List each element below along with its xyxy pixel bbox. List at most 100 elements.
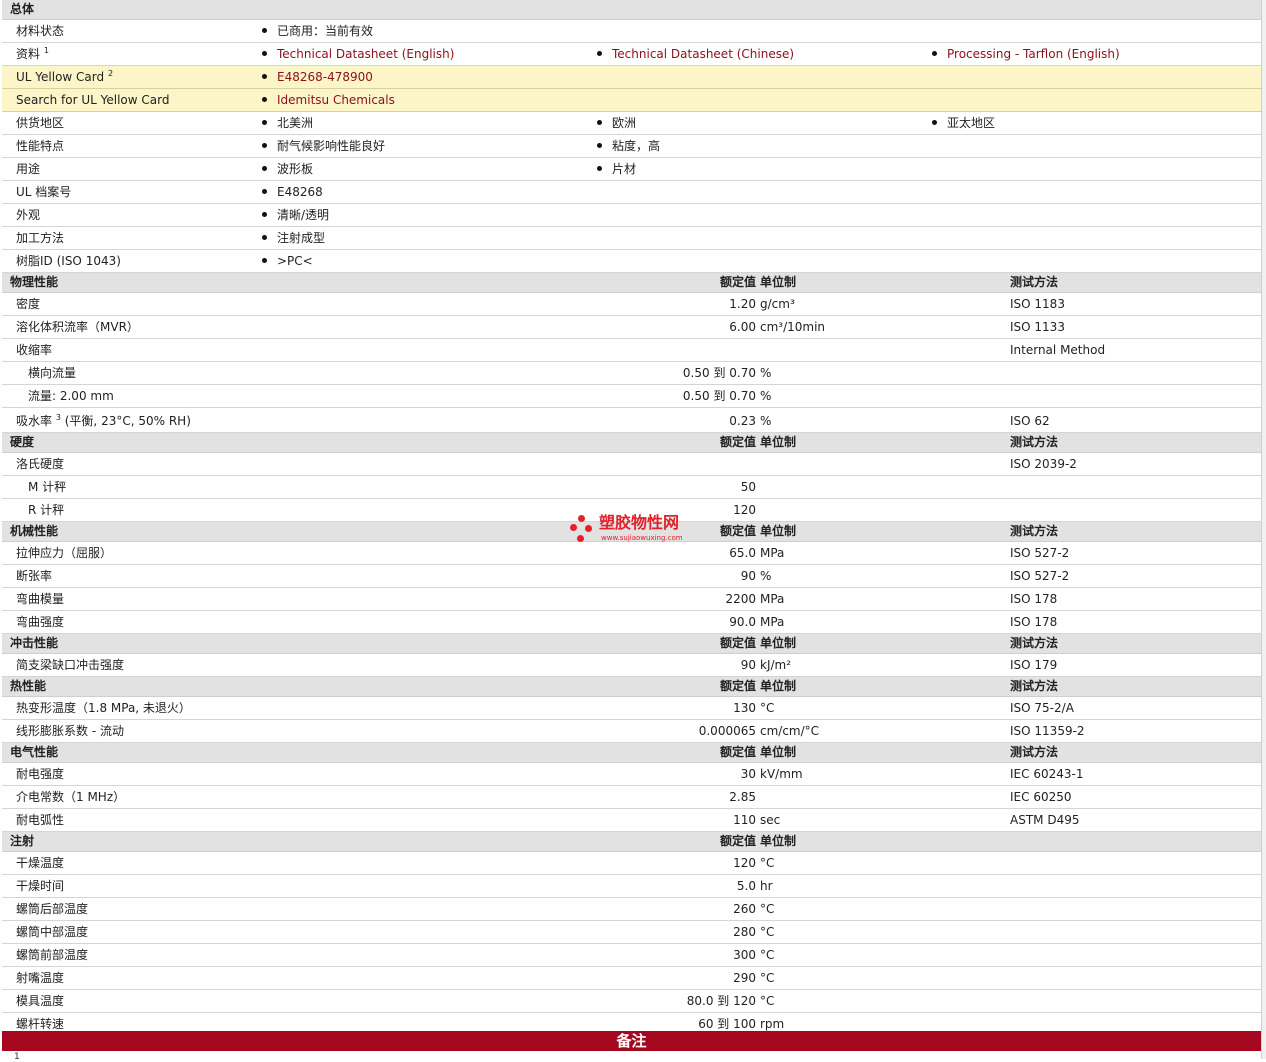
link-item[interactable]: Technical Datasheet (Chinese): [597, 43, 794, 65]
row-label: 用途: [16, 158, 40, 180]
property-unit: %: [760, 414, 772, 428]
row-label-text: 资料: [16, 47, 41, 61]
property-label-text: 干燥时间: [16, 879, 65, 893]
row-label-text: 树脂ID (ISO 1043): [16, 254, 121, 268]
item-text: 注射成型: [277, 231, 326, 245]
general-row: 资料 1 Technical Datasheet (English) Technic…: [2, 43, 1261, 66]
link-text[interactable]: Technical Datasheet (English): [277, 47, 454, 61]
link-text[interactable]: Processing - Tarflon (English): [947, 47, 1120, 61]
property-label: 吸水率 3 (平衡, 23°C, 50% RH): [16, 408, 191, 434]
general-row: 材料状态 已商用：当前有效: [2, 20, 1261, 43]
section-title: 总体: [10, 2, 35, 16]
property-label-text: 吸水率: [16, 414, 53, 428]
section-header: 注射 额定值 单位制: [2, 832, 1261, 852]
property-value: 65.0: [729, 546, 756, 560]
property-value: 1.20: [729, 297, 756, 311]
general-row: Search for UL Yellow Card Idemitsu Chemic…: [2, 89, 1261, 112]
bullet-icon: [932, 120, 937, 125]
property-value: 2200: [725, 592, 756, 606]
list-item: 波形板: [262, 158, 313, 180]
property-test-method: ISO 1133: [1010, 320, 1065, 334]
property-unit: g/cm³: [760, 297, 795, 311]
section-title: 注射: [10, 834, 35, 848]
property-value: 130: [733, 701, 756, 715]
column-header-unit: 单位制: [760, 745, 797, 759]
link-item[interactable]: Technical Datasheet (English): [262, 43, 454, 65]
property-unit: cm/cm/°C: [760, 724, 820, 738]
property-label: 螺筒前部温度: [16, 944, 88, 966]
link-item[interactable]: Idemitsu Chemicals: [262, 89, 395, 111]
row-label: 性能特点: [16, 135, 64, 157]
property-row: 弯曲模量 2200 MPa ISO 178: [2, 588, 1261, 611]
bullet-icon: [262, 74, 267, 79]
section-title: 冲击性能: [10, 636, 59, 650]
link-text[interactable]: Technical Datasheet (Chinese): [612, 47, 794, 61]
row-label-text: 性能特点: [16, 139, 65, 153]
property-label-text: 收缩率: [16, 343, 53, 357]
property-label-text: 模具温度: [16, 994, 65, 1008]
column-header-method: 测试方法: [1010, 679, 1059, 693]
general-row: UL Yellow Card 2 E48268-478900: [2, 66, 1261, 89]
property-label: 横向流量: [28, 362, 76, 384]
property-test-method: ISO 178: [1010, 615, 1058, 629]
bullet-icon: [262, 235, 267, 240]
link-text[interactable]: E48268-478900: [277, 70, 373, 84]
property-unit: %: [760, 569, 772, 583]
property-row: 收缩率 Internal Method: [2, 339, 1261, 362]
property-label: 耐电强度: [16, 763, 64, 785]
section-header-general: 总体: [2, 0, 1261, 20]
footnote-marker[interactable]: 3: [56, 413, 61, 422]
property-row: 洛氏硬度 ISO 2039-2: [2, 453, 1261, 476]
property-label-text: 断张率: [16, 569, 53, 583]
property-row: 干燥温度 120 °C: [2, 852, 1261, 875]
section-title: 机械性能: [10, 524, 59, 538]
item-text: 欧洲: [612, 116, 637, 130]
property-label-text: 横向流量: [28, 366, 77, 380]
bullet-icon: [597, 51, 602, 56]
property-row: 射嘴温度 290 °C: [2, 967, 1261, 990]
column-header-method: 测试方法: [1010, 275, 1059, 289]
column-header-unit: 单位制: [760, 636, 797, 650]
property-label-text: 流量: 2.00 mm: [28, 389, 114, 403]
property-row: 溶化体积流率（MVR） 6.00 cm³/10min ISO 1133: [2, 316, 1261, 339]
link-item[interactable]: Processing - Tarflon (English): [932, 43, 1120, 65]
property-label: 流量: 2.00 mm: [28, 385, 114, 407]
section-header: 电气性能 额定值 单位制 测试方法: [2, 743, 1261, 763]
list-item: 耐气候影响性能良好: [262, 135, 385, 157]
property-row: 耐电强度 30 kV/mm IEC 60243-1: [2, 763, 1261, 786]
property-row: 断张率 90% ISO 527-2: [2, 565, 1261, 588]
section-title: 硬度: [10, 435, 35, 449]
property-unit: °C: [760, 971, 775, 985]
bullet-icon: [262, 212, 267, 217]
general-row: 用途 波形板 片材: [2, 158, 1261, 181]
list-item: 北美洲: [262, 112, 313, 134]
column-header-value: 额定值: [719, 636, 756, 650]
footnote-marker[interactable]: 1: [44, 46, 49, 55]
item-text: 耐气候影响性能良好: [277, 139, 386, 153]
property-label: 干燥温度: [16, 852, 64, 874]
property-label: 介电常数（1 MHz）: [16, 786, 125, 808]
property-unit: °C: [760, 701, 775, 715]
property-unit: MPa: [760, 592, 785, 606]
property-test-method: ISO 62: [1010, 414, 1050, 428]
property-unit: %: [760, 366, 772, 380]
property-value: 0.50 到 0.70: [682, 389, 756, 403]
window-scrollbar[interactable]: [1261, 0, 1266, 1059]
property-value: 5.0: [736, 879, 756, 893]
link-text[interactable]: Idemitsu Chemicals: [277, 93, 395, 107]
property-row: 横向流量 0.50 到 0.70%: [2, 362, 1261, 385]
item-text: >PC<: [277, 254, 313, 268]
link-item[interactable]: E48268-478900: [262, 66, 373, 88]
property-value: 50: [740, 480, 756, 494]
property-unit: °C: [760, 902, 775, 916]
property-value: 80.0 到 120: [686, 994, 756, 1008]
watermark-logo: 塑胶物性网 www.sujiaowuxing.com: [570, 513, 705, 547]
row-label: 外观: [16, 204, 40, 226]
property-label-text: 螺筒中部温度: [16, 925, 89, 939]
row-label: 加工方法: [16, 227, 64, 249]
notes-first-number: 1: [14, 1052, 20, 1062]
item-text: 清晰/透明: [277, 208, 330, 222]
footnote-marker[interactable]: 2: [108, 69, 113, 78]
row-label-text: 外观: [16, 208, 41, 222]
property-label-text: 耐电强度: [16, 767, 65, 781]
